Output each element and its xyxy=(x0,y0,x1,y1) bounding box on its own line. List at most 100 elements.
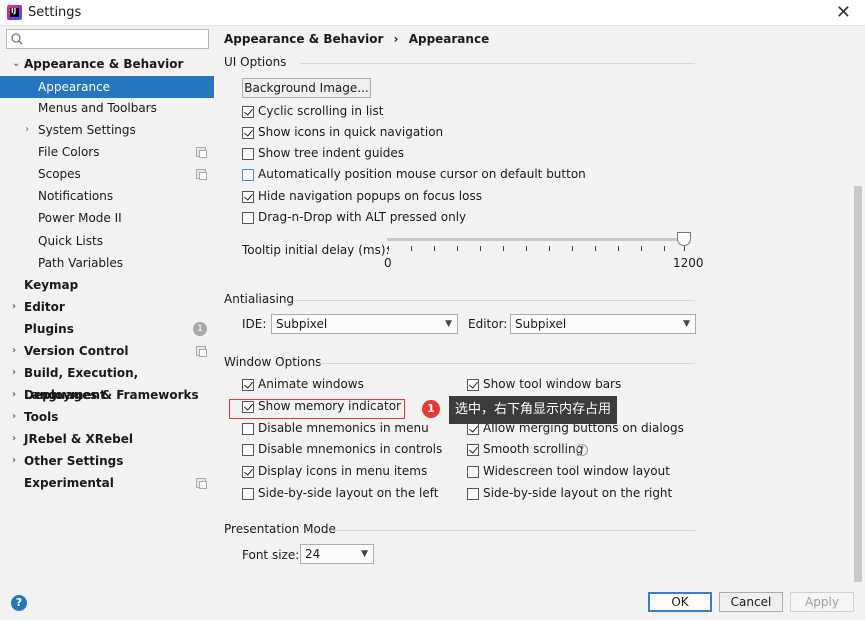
breadcrumb: Appearance & Behavior › Appearance xyxy=(224,32,489,46)
checkbox-icon xyxy=(242,191,254,203)
sidebar-item-scopes[interactable]: Scopes xyxy=(0,163,214,185)
vertical-scrollbar[interactable] xyxy=(854,186,862,582)
antialiasing-title: Antialiasing xyxy=(224,292,295,306)
presentation-mode-title: Presentation Mode xyxy=(224,522,336,536)
update-count-badge: 1 xyxy=(193,322,207,336)
editor-antialiasing-select[interactable]: Subpixel ▼ xyxy=(510,314,696,334)
sidebar-item-appearance[interactable]: Appearance xyxy=(0,76,214,98)
window-options-title: Window Options xyxy=(224,355,322,369)
sidebar-item-file-colors[interactable]: File Colors xyxy=(0,141,214,163)
help-icon[interactable]: ? xyxy=(11,595,27,611)
font-size-select[interactable]: 24 ▼ xyxy=(300,544,374,564)
checkbox-icon xyxy=(242,488,254,500)
divider xyxy=(318,363,695,364)
font-size-label: Font size: xyxy=(242,548,300,562)
settings-sidebar: ⌄ Appearance & Behavior Appearance Menus… xyxy=(0,26,214,582)
sidebar-item-appearance-behavior[interactable]: ⌄ Appearance & Behavior xyxy=(0,53,214,75)
sidebar-item-path-variables[interactable]: Path Variables xyxy=(0,252,214,274)
divider xyxy=(300,63,695,64)
apply-button[interactable]: Apply xyxy=(790,592,854,612)
checkbox-icon xyxy=(467,488,479,500)
slider-thumb[interactable] xyxy=(677,232,691,246)
slider-tick xyxy=(480,246,481,251)
chevron-down-icon: ▼ xyxy=(361,549,368,559)
slider-max-label: 1200 xyxy=(673,256,704,270)
ide-label: IDE: xyxy=(242,317,267,331)
chevron-right-icon: › xyxy=(12,345,17,356)
sidebar-item-languages[interactable]: › Languages & Frameworks xyxy=(0,384,214,406)
slider-tick xyxy=(411,246,412,251)
sidebar-item-power-mode[interactable]: Power Mode II xyxy=(0,207,214,229)
search-icon xyxy=(11,33,23,45)
breadcrumb-separator: › xyxy=(393,32,399,46)
checkbox-icon xyxy=(242,127,254,139)
checkbox-icon xyxy=(242,466,254,478)
sidebar-item-editor[interactable]: › Editor xyxy=(0,296,214,318)
slider-tick xyxy=(549,246,550,251)
slider-tick xyxy=(388,246,389,251)
highlight-box xyxy=(229,399,405,419)
slider-tick xyxy=(526,246,527,251)
chevron-down-icon: ▼ xyxy=(445,319,452,329)
divider xyxy=(330,530,695,531)
chevron-right-icon: › xyxy=(12,301,17,312)
breadcrumb-parent[interactable]: Appearance & Behavior xyxy=(224,32,383,46)
chevron-down-icon: ⌄ xyxy=(12,58,21,69)
checkbox-icon xyxy=(242,148,254,160)
ide-antialiasing-select[interactable]: Subpixel ▼ xyxy=(271,314,458,334)
slider-tick xyxy=(503,246,504,251)
cancel-button[interactable]: Cancel xyxy=(719,592,783,612)
slider-tick xyxy=(618,246,619,251)
slider-tick xyxy=(595,246,596,251)
sidebar-item-system-settings[interactable]: › System Settings xyxy=(0,119,214,141)
slider-tick xyxy=(434,246,435,251)
annotation-callout: 选中，右下角显示内存占用 xyxy=(449,396,618,424)
sidebar-item-version-control[interactable]: › Version Control xyxy=(0,340,214,362)
sidebar-item-other-settings[interactable]: › Other Settings xyxy=(0,450,214,472)
checkbox-icon xyxy=(467,423,479,435)
chevron-right-icon: › xyxy=(12,433,17,444)
tooltip-delay-slider[interactable] xyxy=(387,238,687,241)
dialog-footer: ? OK Cancel Apply xyxy=(0,582,865,620)
sidebar-item-quick-lists[interactable]: Quick Lists xyxy=(0,230,214,252)
search-input[interactable] xyxy=(6,29,209,49)
sidebar-item-keymap[interactable]: Keymap xyxy=(0,274,214,296)
slider-tick xyxy=(684,246,685,251)
ui-options-title: UI Options xyxy=(224,55,287,69)
project-scope-icon xyxy=(196,478,207,489)
checkbox-icon xyxy=(242,423,254,435)
divider xyxy=(294,300,695,301)
chevron-down-icon: ▼ xyxy=(683,319,690,329)
project-scope-icon xyxy=(196,147,207,158)
intellij-logo-icon: IJ xyxy=(7,5,22,20)
checkbox-icon xyxy=(242,106,254,118)
checkbox-icon xyxy=(242,169,254,181)
checkbox-icon xyxy=(467,444,479,456)
chevron-right-icon: › xyxy=(12,389,17,400)
tooltip-delay-label: Tooltip initial delay (ms): xyxy=(242,243,390,257)
close-icon[interactable]: ✕ xyxy=(836,2,851,23)
checkbox-icon xyxy=(242,379,254,391)
sidebar-item-notifications[interactable]: Notifications xyxy=(0,185,214,207)
checkbox-icon xyxy=(242,212,254,224)
checkbox-icon xyxy=(467,379,479,391)
sidebar-item-plugins[interactable]: Plugins 1 xyxy=(0,318,214,340)
checkbox-icon xyxy=(467,466,479,478)
project-scope-icon xyxy=(196,169,207,180)
ok-button[interactable]: OK xyxy=(648,592,712,612)
title-bar: IJ Settings ✕ xyxy=(0,0,865,26)
sidebar-item-menus-toolbars[interactable]: Menus and Toolbars xyxy=(0,97,214,119)
chevron-right-icon: › xyxy=(12,455,17,466)
sidebar-item-jrebel[interactable]: › JRebel & XRebel xyxy=(0,428,214,450)
checkbox-icon xyxy=(242,444,254,456)
sidebar-item-build[interactable]: › Build, Execution, Deployment xyxy=(0,362,214,402)
breadcrumb-current: Appearance xyxy=(408,32,490,46)
background-image-button[interactable]: Background Image... xyxy=(242,78,371,98)
chevron-right-icon: › xyxy=(25,124,29,135)
step-number-badge: 1 xyxy=(422,400,440,418)
chevron-right-icon: › xyxy=(12,367,17,378)
sidebar-item-tools[interactable]: › Tools xyxy=(0,406,214,428)
help-icon[interactable]: ? xyxy=(576,444,588,456)
window-title: Settings xyxy=(28,5,82,20)
sidebar-item-experimental[interactable]: Experimental xyxy=(0,472,214,494)
